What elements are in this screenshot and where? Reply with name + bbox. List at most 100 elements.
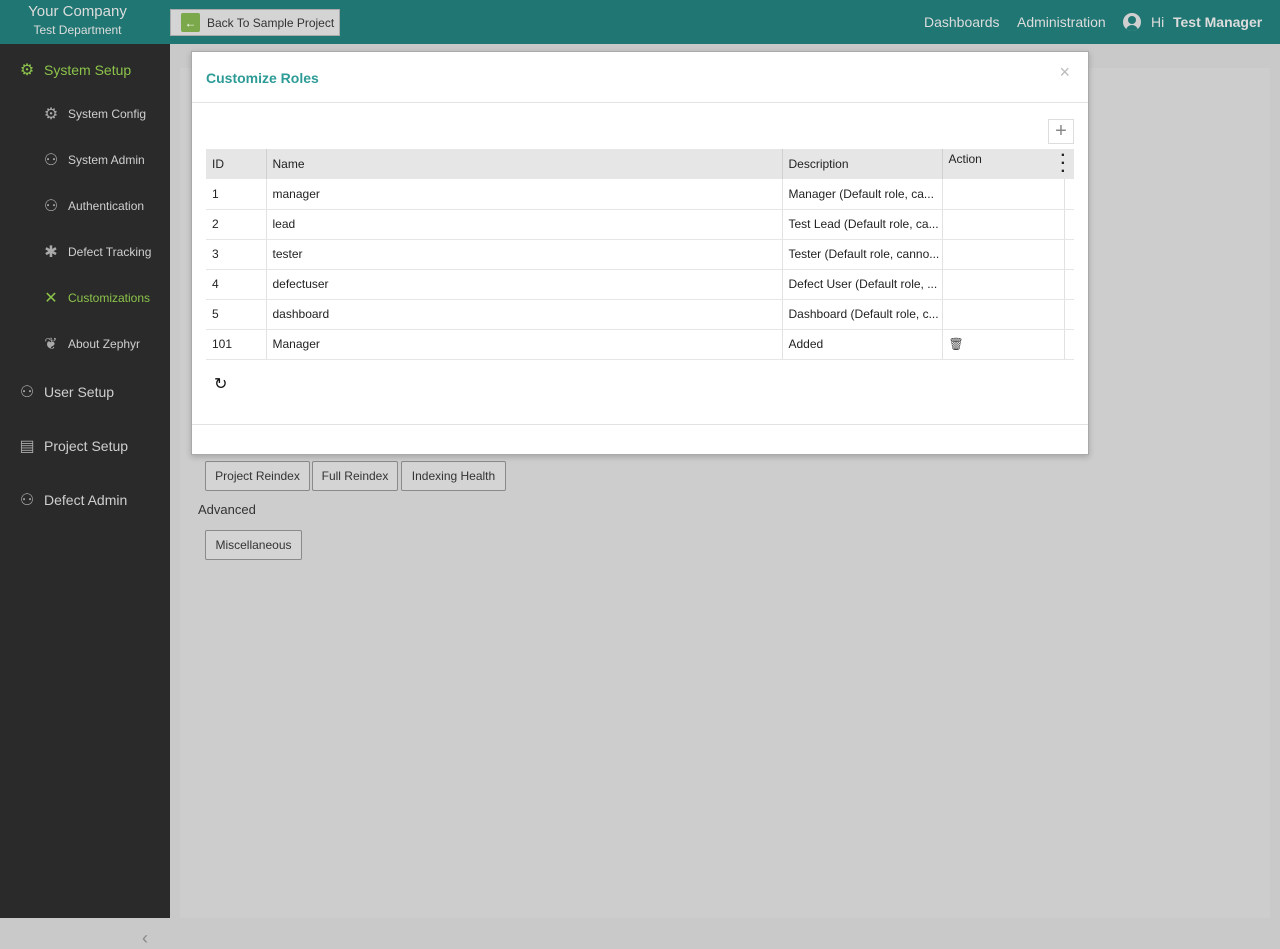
modal-header: Customize Roles × (192, 52, 1088, 103)
cell-spacer (1064, 329, 1074, 360)
cell-id: 1 (206, 179, 266, 210)
cell-action (941, 239, 1065, 270)
label: Authentication (68, 199, 145, 213)
column-header-id[interactable]: ID (206, 149, 266, 179)
column-header-name[interactable]: Name (265, 149, 782, 179)
cell-spacer (1064, 239, 1074, 270)
label: System Config (68, 107, 147, 121)
cell-action (941, 209, 1065, 240)
sidebar-item-project-setup[interactable]: ▤ Project Setup (16, 436, 128, 456)
sidebar-item-user-setup[interactable]: ⚇ User Setup (16, 382, 114, 402)
sidebar-item-defect-admin[interactable]: ⚇ Defect Admin (16, 490, 127, 510)
label: System Setup (44, 62, 132, 78)
roles-table: ID Name Description Action · · · 1 manager … (206, 148, 1074, 360)
pencil-ruler-icon: ✕ (44, 290, 58, 307)
cell-action (941, 269, 1065, 300)
label: Defect Admin (44, 492, 128, 508)
nav-administration[interactable]: Administration (1017, 14, 1106, 30)
full-reindex-button[interactable]: Full Reindex (312, 461, 398, 491)
nav-dashboards[interactable]: Dashboards (924, 14, 1000, 30)
advanced-heading: Advanced (198, 502, 256, 517)
label: System Admin (68, 153, 145, 167)
table-row[interactable]: 101 Manager Added 🗑 (206, 329, 1074, 360)
label: User Setup (44, 384, 115, 400)
defect-admin-icon: ⚇ (19, 492, 35, 509)
cell-id: 101 (206, 329, 266, 360)
back-label: Back To Sample Project (207, 15, 335, 30)
table-row[interactable]: 2 lead Test Lead (Default role, ca... (206, 209, 1074, 240)
table-row[interactable]: 5 dashboard Dashboard (Default role, c..… (206, 299, 1074, 330)
wing-icon: ❦ (44, 336, 58, 353)
cell-spacer (1064, 179, 1074, 210)
user-menu[interactable]: Test Manager (1173, 14, 1262, 30)
company-name: Your Company (28, 3, 127, 20)
indexing-health-button[interactable]: Indexing Health (401, 461, 506, 491)
cell-description: Added (781, 329, 942, 360)
gears-icon: ⚙ (43, 106, 59, 123)
cell-description: Test Lead (Default role, ca... (781, 209, 942, 240)
cell-id: 3 (206, 239, 266, 270)
sidebar-item-authentication[interactable]: ⚇ Authentication (40, 196, 144, 216)
greeting: Hi (1151, 14, 1165, 30)
top-bar: Your Company Test Department ← Back To S… (0, 0, 1280, 44)
column-header-action[interactable]: Action · · · (941, 148, 1074, 180)
cell-name: Manager (265, 329, 782, 360)
label: Project Setup (44, 438, 129, 454)
back-to-project-button[interactable]: ← Back To Sample Project (170, 9, 340, 36)
cell-id: 4 (206, 269, 266, 300)
sidebar-item-system-admin[interactable]: ⚇ System Admin (40, 150, 145, 170)
cell-description: Tester (Default role, canno... (781, 239, 942, 270)
modal-footer (192, 424, 1088, 425)
column-menu-icon[interactable]: · · · (1061, 148, 1066, 180)
table-row[interactable]: 4 defectuser Defect User (Default role, … (206, 269, 1074, 300)
sidebar-item-system-setup[interactable]: ⚙ System Setup (16, 60, 131, 80)
collapse-sidebar-icon[interactable]: ‹ (142, 928, 148, 949)
user-gear-icon: ⚇ (43, 152, 59, 169)
bug-icon: ✱ (44, 244, 58, 261)
department-name: Test Department (33, 23, 122, 37)
cell-name: lead (265, 209, 782, 240)
table-row[interactable]: 3 tester Tester (Default role, canno... (206, 239, 1074, 270)
label: Customizations (68, 291, 151, 305)
sidebar: ⚙ System Setup ⚙ System Config ⚇ System Adm… (0, 44, 170, 948)
cell-spacer (1064, 299, 1074, 330)
miscellaneous-button[interactable]: Miscellaneous (205, 530, 302, 560)
refresh-icon[interactable]: ↻ (214, 374, 227, 394)
cell-action (941, 179, 1065, 210)
project-reindex-button[interactable]: Project Reindex (205, 461, 310, 491)
sidebar-item-customizations[interactable]: ✕ Customizations (40, 288, 150, 308)
user-avatar-icon[interactable] (1123, 13, 1141, 31)
add-role-button[interactable]: + (1048, 119, 1074, 144)
cell-id: 2 (206, 209, 266, 240)
table-row[interactable]: 1 manager Manager (Default role, ca... (206, 179, 1074, 210)
sidebar-item-defect-tracking[interactable]: ✱ Defect Tracking (40, 242, 151, 262)
cell-id: 5 (206, 299, 266, 330)
cell-action: 🗑 (941, 329, 1065, 360)
user-check-icon: ⚇ (43, 198, 59, 215)
sidebar-item-system-config[interactable]: ⚙ System Config (40, 104, 146, 124)
label: Defect Tracking (68, 245, 152, 259)
customize-roles-modal: Customize Roles × + ID Name Description … (191, 51, 1089, 455)
cell-action (941, 299, 1065, 330)
column-header-description[interactable]: Description (781, 149, 942, 179)
trash-icon[interactable]: 🗑 (949, 337, 964, 351)
project-icon: ▤ (19, 438, 35, 455)
user-setup-icon: ⚇ (19, 384, 35, 401)
wrench-gear-icon: ⚙ (19, 62, 35, 79)
cell-name: manager (265, 179, 782, 210)
cell-name: tester (265, 239, 782, 270)
arrow-left-icon: ← (181, 13, 200, 32)
cell-description: Dashboard (Default role, c... (781, 299, 942, 330)
cell-spacer (1064, 269, 1074, 300)
label: About Zephyr (68, 337, 141, 351)
cell-spacer (1064, 209, 1074, 240)
sidebar-item-about-zephyr[interactable]: ❦ About Zephyr (40, 334, 140, 354)
cell-name: defectuser (265, 269, 782, 300)
cell-name: dashboard (265, 299, 782, 330)
close-icon[interactable]: × (1059, 62, 1070, 83)
action-label: Action (948, 152, 982, 166)
modal-title: Customize Roles (206, 70, 319, 86)
cell-description: Manager (Default role, ca... (781, 179, 942, 210)
cell-description: Defect User (Default role, ... (781, 269, 942, 300)
brand: Your Company Test Department (0, 3, 155, 37)
